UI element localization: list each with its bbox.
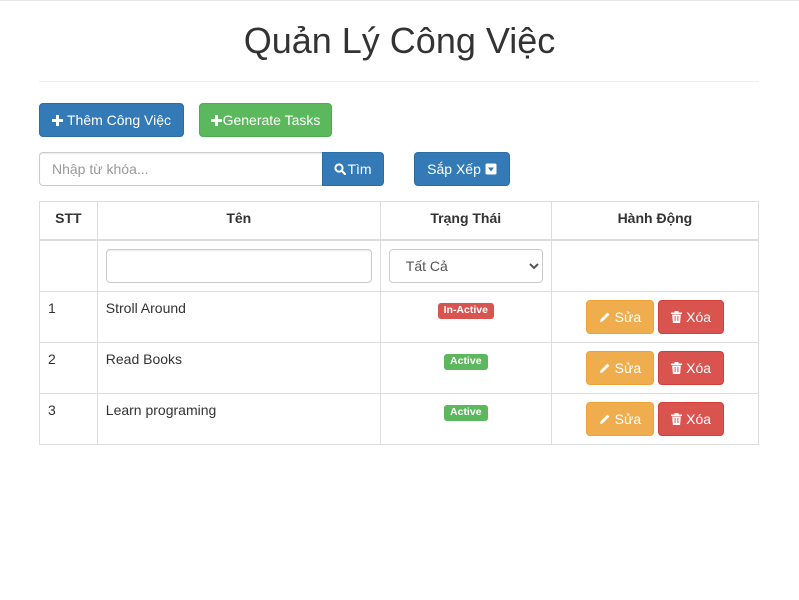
sort-button-label: Sắp Xếp (427, 161, 481, 177)
status-badge: Active (444, 405, 488, 421)
row-index: 3 (39, 393, 98, 445)
trash-icon (671, 311, 683, 323)
row-name: Read Books (96, 342, 381, 394)
pencil-icon (599, 413, 611, 425)
caret-square-down-icon (485, 163, 497, 175)
status-filter-select[interactable]: Tất Cả (388, 248, 543, 283)
edit-button[interactable]: Sửa (585, 402, 655, 436)
plus-icon (210, 114, 222, 126)
row-actions: Sửa Xóa (560, 351, 750, 385)
row-index: 1 (39, 291, 98, 343)
filter-row: Tất Cả (39, 239, 760, 292)
edit-button[interactable]: Sửa (585, 351, 655, 385)
tasks-table: STT Tên Trạng Thái Hành Động Tất Cả 1 St… (39, 201, 760, 445)
search-input[interactable] (39, 152, 323, 186)
row-actions: Sửa Xóa (560, 300, 750, 334)
filter-cell-name (96, 239, 381, 292)
column-header-name: Tên (96, 201, 381, 241)
filter-cell-status: Tất Cả (379, 239, 552, 292)
row-status-cell: Active (379, 342, 552, 394)
row-index: 2 (39, 342, 98, 394)
edit-button[interactable]: Sửa (585, 300, 655, 334)
row-status-cell: Active (379, 393, 552, 445)
delete-button[interactable]: Xóa (658, 351, 725, 385)
app-container: Quản Lý Công Việc Thêm Công Việc Generat… (0, 1, 799, 600)
status-badge: In-Active (437, 303, 494, 319)
status-badge: Active (444, 354, 488, 370)
row-name: Learn programing (96, 393, 381, 445)
add-task-label: Thêm Công Việc (66, 112, 171, 128)
row-actions-cell: Sửa Xóa (550, 342, 760, 394)
plus-icon (51, 114, 63, 126)
table-row: 3 Learn programing Active Sửa Xóa (39, 393, 760, 445)
trash-icon (671, 413, 683, 425)
pencil-icon (599, 362, 611, 374)
trash-icon (671, 362, 683, 374)
add-task-button[interactable]: Thêm Công Việc (39, 103, 184, 137)
delete-button-label: Xóa (686, 360, 712, 376)
search-icon (334, 163, 347, 175)
delete-button-label: Xóa (686, 309, 712, 325)
row-name: Stroll Around (96, 291, 381, 343)
row-actions-cell: Sửa Xóa (550, 291, 760, 343)
edit-button-label: Sửa (614, 309, 642, 325)
table-row: 1 Stroll Around In-Active Sửa Xóa (39, 291, 760, 343)
title-divider (39, 81, 759, 82)
search-button[interactable]: Tìm (322, 152, 384, 186)
pencil-icon (599, 311, 611, 323)
name-filter-input[interactable] (105, 248, 372, 283)
page-title: Quản Lý Công Việc (243, 20, 556, 61)
column-header-stt: STT (39, 201, 98, 241)
table-header-row: STT Tên Trạng Thái Hành Động (39, 201, 760, 241)
column-header-status: Trạng Thái (379, 201, 552, 241)
delete-button-label: Xóa (686, 411, 712, 427)
row-actions: Sửa Xóa (560, 402, 750, 436)
generate-tasks-label: Generate Tasks (222, 112, 321, 128)
generate-tasks-button[interactable]: Generate Tasks (199, 103, 332, 137)
edit-button-label: Sửa (614, 411, 642, 427)
sort-button[interactable]: Sắp Xếp (414, 152, 510, 186)
column-header-actions: Hành Động (550, 201, 760, 241)
delete-button[interactable]: Xóa (658, 402, 725, 436)
table-row: 2 Read Books Active Sửa Xóa (39, 342, 760, 394)
edit-button-label: Sửa (614, 360, 642, 376)
filter-cell-empty (39, 239, 98, 292)
row-actions-cell: Sửa Xóa (550, 393, 760, 445)
delete-button[interactable]: Xóa (658, 300, 725, 334)
row-status-cell: In-Active (379, 291, 552, 343)
search-button-label: Tìm (347, 161, 372, 177)
filter-cell-empty (550, 239, 760, 292)
